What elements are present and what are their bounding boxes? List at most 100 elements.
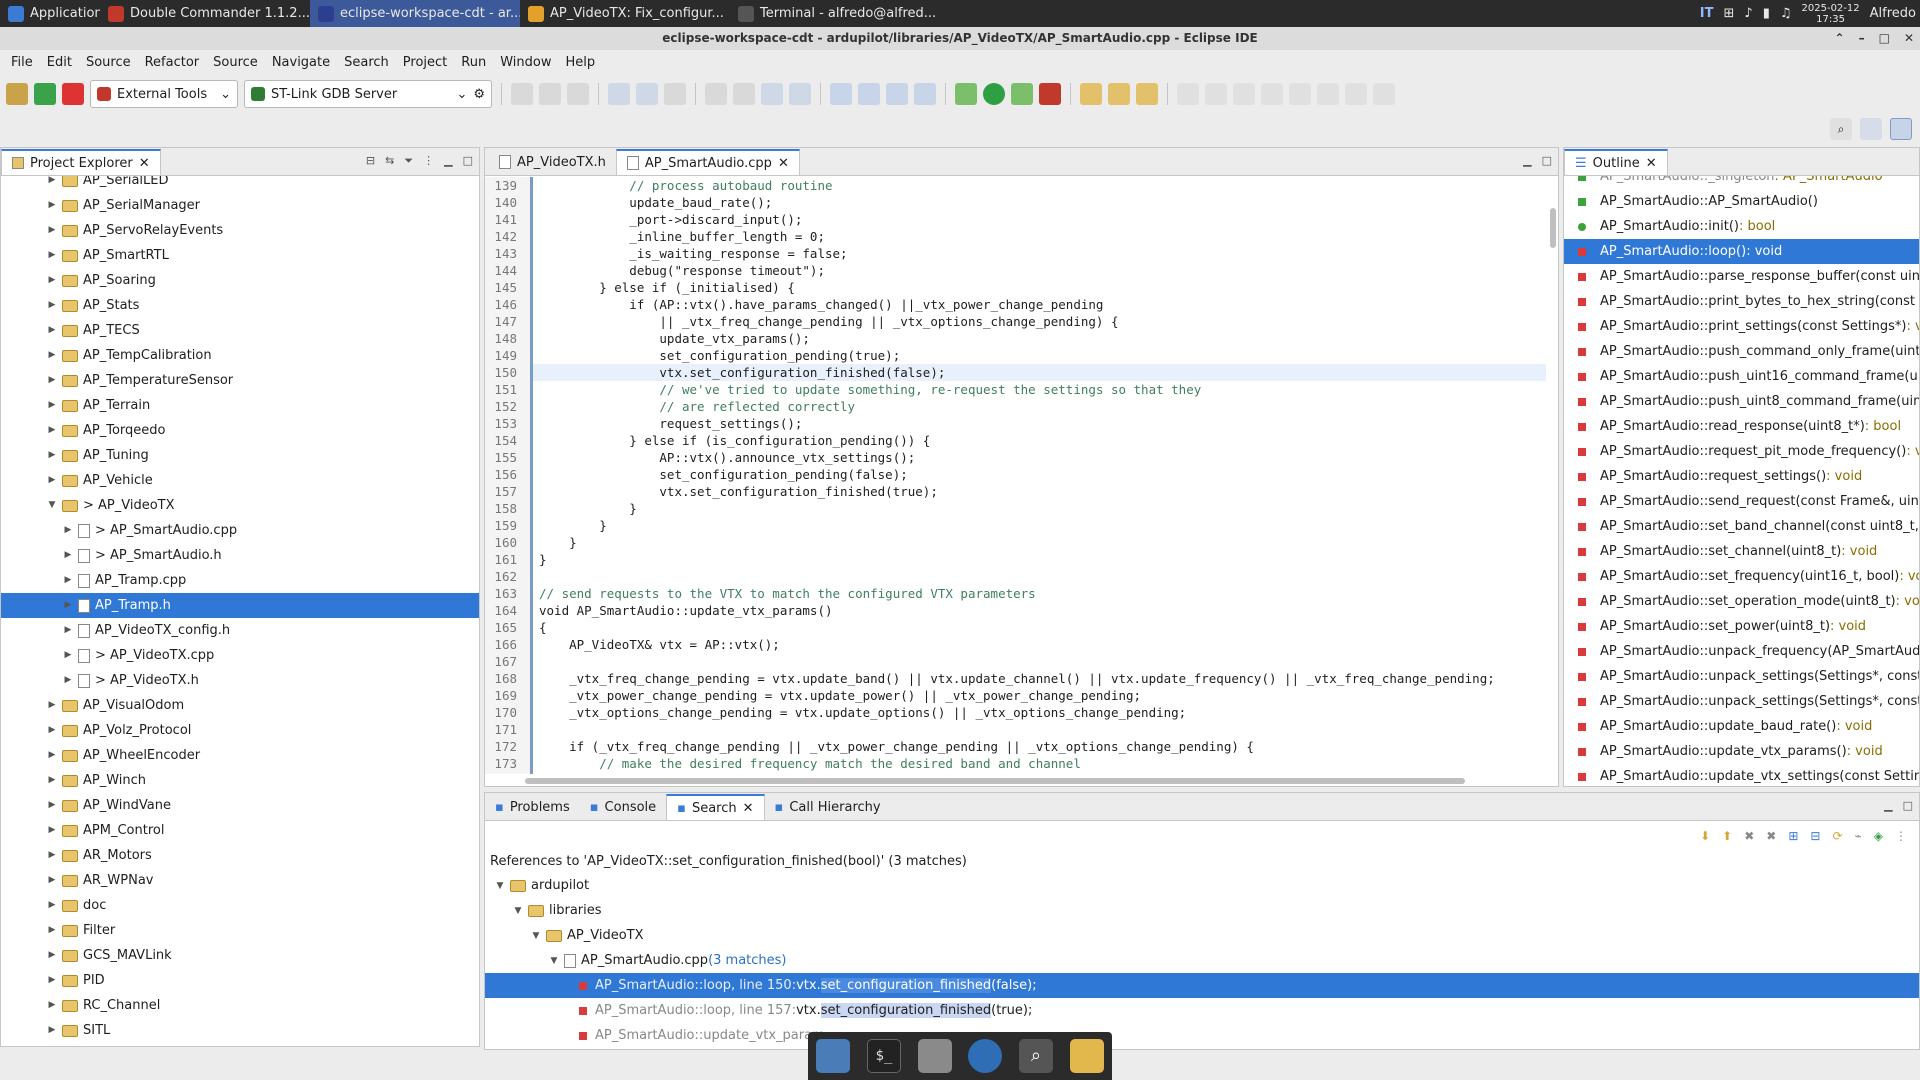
bottom-tab-1[interactable]: ▪ Console — [580, 794, 666, 820]
menu-item-4[interactable]: Source — [206, 55, 265, 70]
next-annotation-icon[interactable] — [1233, 83, 1255, 105]
outline-item[interactable]: AP_SmartAudio::update_baud_rate() : void — [1564, 714, 1919, 739]
run-icon[interactable] — [983, 83, 1005, 105]
menu-item-1[interactable]: Edit — [40, 55, 79, 70]
window-shade-icon[interactable]: ⌃ — [1835, 27, 1845, 50]
outline-item[interactable]: AP_SmartAudio::push_uint8_command_frame(… — [1564, 389, 1919, 414]
taskbar-app-3[interactable]: AP_VideoTX: Fix_configur... — [520, 0, 730, 27]
tree-item[interactable]: ▶ AP_WindVane — [1, 793, 479, 818]
debug-config-combo[interactable]: ST-Link GDB Server ⌄ ⚙ — [244, 80, 492, 108]
perspective-icon[interactable] — [1860, 118, 1882, 140]
save-icon[interactable] — [539, 83, 561, 105]
chevron-right-icon[interactable]: ▶ — [45, 968, 59, 993]
collapse-all-icon[interactable]: ⊟ — [1810, 829, 1820, 843]
search-match-row[interactable]: AP_SmartAudio::loop, line 157: vtx. set_c… — [485, 998, 1919, 1023]
collapse-all-icon[interactable]: ⊟ — [366, 154, 375, 168]
terminal-icon[interactable] — [761, 83, 783, 105]
maximize-view-icon[interactable]: □ — [1542, 154, 1552, 167]
skip-breakpoints-icon[interactable] — [789, 83, 811, 105]
search-tree-node[interactable]: ▼ ardupilot — [485, 873, 1919, 898]
chevron-right-icon[interactable]: ▶ — [45, 318, 59, 343]
filter-icon[interactable]: ⏷ — [404, 154, 413, 168]
view-menu-icon[interactable]: ⋮ — [1895, 829, 1907, 843]
code-line[interactable]: 168 _vtx_freq_change_pending = vtx.updat… — [485, 670, 1546, 687]
tree-item[interactable]: ▶ AP_Tramp.h — [1, 593, 479, 618]
code-line[interactable]: 158 } — [485, 500, 1546, 517]
remove-match-icon[interactable]: ✖ — [1744, 829, 1754, 843]
gear-icon[interactable]: ⚙ — [473, 87, 485, 102]
chevron-right-icon[interactable]: ▶ — [61, 668, 75, 693]
code-line[interactable]: 152 // are reflected correctly — [485, 398, 1546, 415]
code-line[interactable]: 156 set_configuration_pending(false); — [485, 466, 1546, 483]
tree-item[interactable]: ▶ AR_Motors — [1, 843, 479, 868]
code-line[interactable]: 141 _port->discard_input(); — [485, 211, 1546, 228]
search-tree-node[interactable]: ▼ libraries — [485, 898, 1919, 923]
code-line[interactable]: 170 _vtx_options_change_pending = vtx.up… — [485, 704, 1546, 721]
menu-item-3[interactable]: Refactor — [138, 55, 207, 70]
search-tree-node[interactable]: ▼ AP_VideoTX — [485, 923, 1919, 948]
build-target-icon[interactable] — [636, 83, 658, 105]
close-icon[interactable]: ✕ — [139, 156, 150, 171]
search-match-row[interactable]: AP_SmartAudio::loop, line 150: vtx. set_c… — [485, 973, 1919, 998]
debug-bug-icon[interactable] — [34, 83, 56, 105]
close-icon[interactable]: ✕ — [1646, 156, 1657, 171]
outline-item[interactable]: AP_SmartAudio::print_settings(const Sett… — [1564, 314, 1919, 339]
outline-item[interactable]: AP_SmartAudio::request_pit_mode_frequenc… — [1564, 439, 1919, 464]
tree-item[interactable]: ▶ AP_Torqeedo — [1, 418, 479, 443]
tree-item[interactable]: ▶ AP_Tramp.cpp — [1, 568, 479, 593]
code-line[interactable]: 143 _is_waiting_response = false; — [485, 245, 1546, 262]
code-line[interactable]: 148 update_vtx_params(); — [485, 330, 1546, 347]
chevron-right-icon[interactable]: ▶ — [61, 618, 75, 643]
profile-icon[interactable] — [1039, 83, 1061, 105]
bottom-tab-3[interactable]: ▪ Call Hierarchy — [765, 794, 891, 820]
window-minimize-button[interactable]: – — [1859, 27, 1865, 50]
pin-editor-icon[interactable] — [1373, 83, 1395, 105]
chevron-down-icon[interactable]: ▼ — [529, 931, 543, 941]
chevron-right-icon[interactable]: ▶ — [45, 693, 59, 718]
tree-item[interactable]: ▶ doc — [1, 893, 479, 918]
chevron-right-icon[interactable]: ▶ — [45, 868, 59, 893]
code-line[interactable]: 140 update_baud_rate(); — [485, 194, 1546, 211]
outline-item[interactable]: AP_SmartAudio::push_uint16_command_frame… — [1564, 364, 1919, 389]
chevron-right-icon[interactable]: ▶ — [61, 543, 75, 568]
minimize-view-icon[interactable]: ▁ — [1523, 154, 1531, 167]
tree-item[interactable]: ▶ AP_SerialManager — [1, 193, 479, 218]
chevron-right-icon[interactable]: ▶ — [45, 418, 59, 443]
menu-item-6[interactable]: Search — [337, 55, 396, 70]
chevron-right-icon[interactable]: ▶ — [45, 368, 59, 393]
tree-item[interactable]: ▶ AP_TECS — [1, 318, 479, 343]
outline-item[interactable]: AP_SmartAudio::unpack_settings(Settings*… — [1564, 664, 1919, 689]
code-area[interactable]: 139 // process autobaud routine 140 updat… — [485, 177, 1546, 774]
window-maximize-button[interactable]: □ — [1879, 27, 1890, 50]
code-line[interactable]: 144 debug("response timeout"); — [485, 262, 1546, 279]
annotation-icon[interactable] — [1205, 83, 1227, 105]
chevron-right-icon[interactable]: ▶ — [45, 918, 59, 943]
chevron-right-icon[interactable]: ▶ — [45, 443, 59, 468]
tree-item[interactable]: ▶ > AP_SmartAudio.h — [1, 543, 479, 568]
search-tool-icon[interactable] — [1136, 83, 1158, 105]
chevron-right-icon[interactable]: ▶ — [45, 393, 59, 418]
view-menu-icon[interactable]: ⋮ — [423, 154, 434, 168]
outline-item[interactable]: AP_SmartAudio::update_vtx_settings(const… — [1564, 764, 1919, 789]
menu-item-9[interactable]: Window — [493, 55, 558, 70]
tree-item[interactable]: ▶ AP_Terrain — [1, 393, 479, 418]
tree-item[interactable]: ▶ AP_ServoRelayEvents — [1, 218, 479, 243]
cpp-perspective-icon[interactable] — [1890, 118, 1912, 140]
code-line[interactable]: 150 vtx.set_configuration_finished(false… — [485, 364, 1546, 381]
chevron-right-icon[interactable]: ▶ — [45, 843, 59, 868]
web-browser-icon[interactable] — [968, 1039, 1003, 1073]
outline-item[interactable]: AP_SmartAudio::parse_response_buffer(con… — [1564, 264, 1919, 289]
home-folder-icon[interactable] — [917, 1039, 952, 1073]
tab-project-explorer[interactable]: Project Explorer ✕ — [1, 149, 161, 175]
chevron-right-icon[interactable]: ▶ — [61, 593, 75, 618]
user-name[interactable]: Alfredo — [1870, 6, 1916, 21]
code-line[interactable]: 172 if (_vtx_freq_change_pending || _vtx… — [485, 738, 1546, 755]
outline-item[interactable]: AP_SmartAudio::send_request(const Frame&… — [1564, 489, 1919, 514]
chevron-down-icon[interactable]: ▼ — [493, 881, 507, 891]
open-type-icon[interactable] — [1080, 83, 1102, 105]
toggle-mark-icon[interactable] — [1177, 83, 1199, 105]
code-line[interactable]: 155 AP::vtx().announce_vtx_settings(); — [485, 449, 1546, 466]
chevron-right-icon[interactable]: ▶ — [45, 943, 59, 968]
print-icon[interactable] — [664, 83, 686, 105]
prev-annotation-icon[interactable] — [1261, 83, 1283, 105]
